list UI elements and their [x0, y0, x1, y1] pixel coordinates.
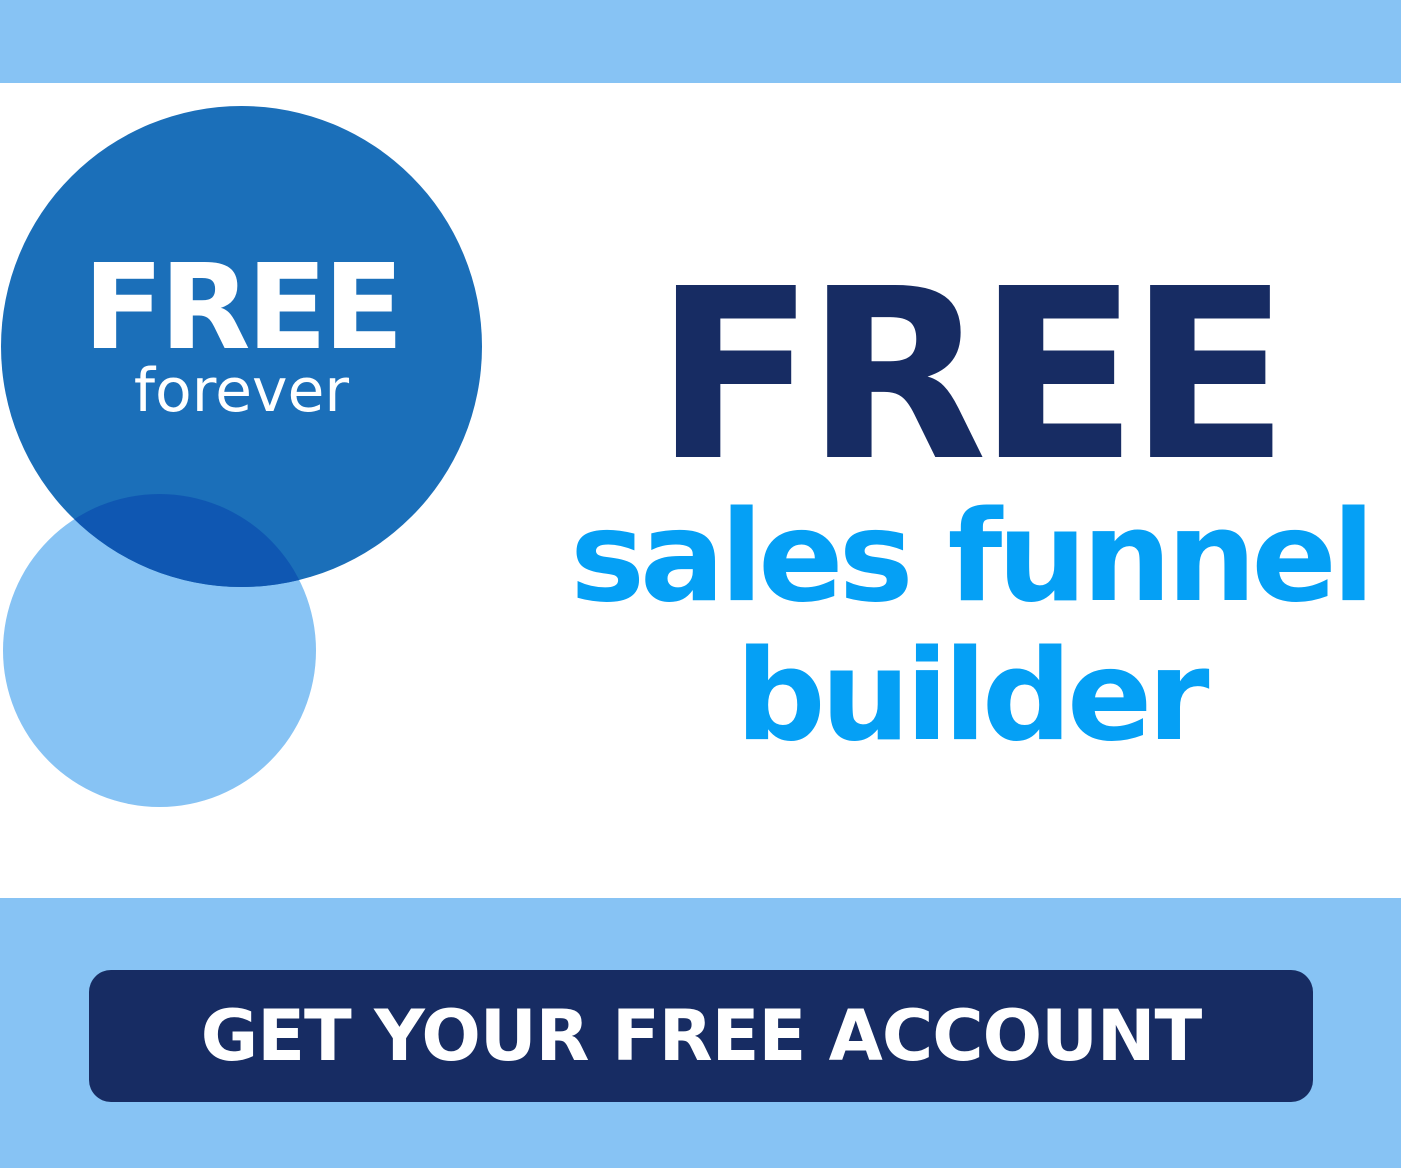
badge-title: FREE	[83, 238, 404, 376]
get-free-account-button[interactable]: GET YOUR FREE ACCOUNT	[89, 970, 1313, 1102]
headline-block: FREE	[540, 258, 1400, 494]
badge-subtitle: forever	[133, 356, 350, 426]
headline-subtitle-line-1: sales funnel	[569, 483, 1375, 630]
headline-title: FREE	[654, 238, 1289, 513]
headline-subtitle: sales funnel builder	[540, 483, 1400, 769]
top-band	[0, 0, 1401, 83]
headline-subtitle-line-2: builder	[735, 621, 1209, 769]
